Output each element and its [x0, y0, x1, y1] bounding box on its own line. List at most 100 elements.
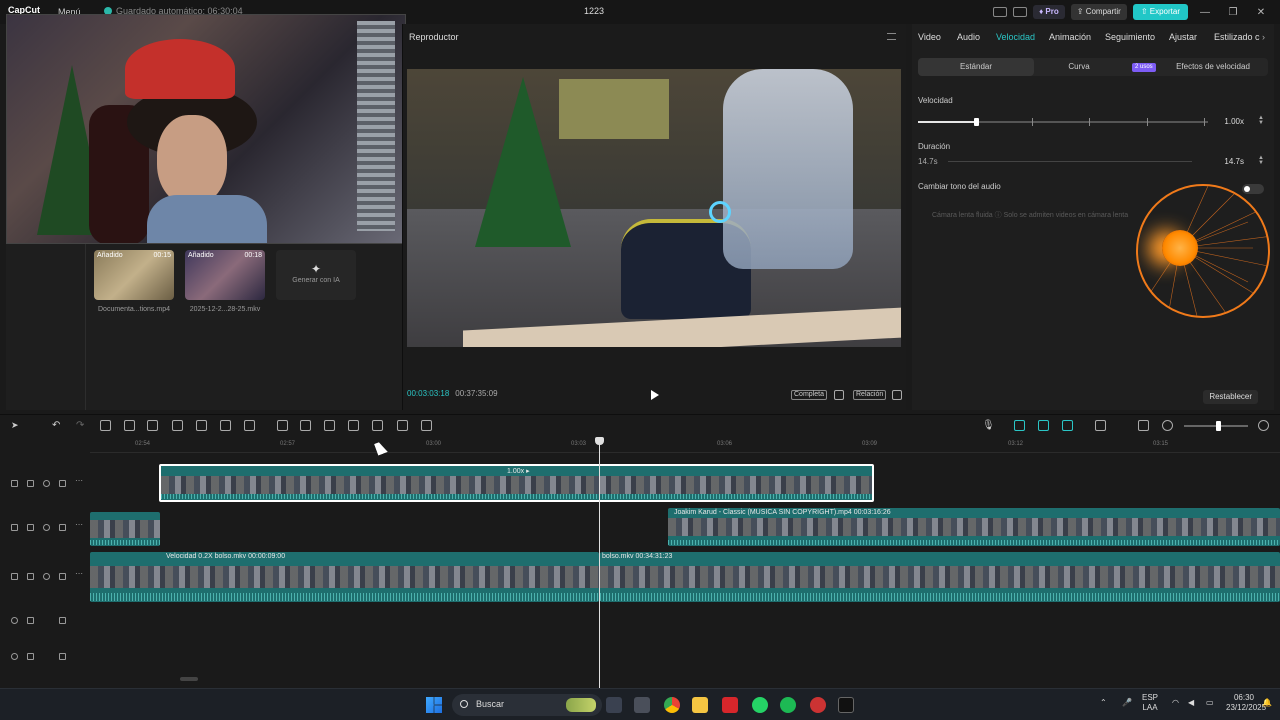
play-icon[interactable] [651, 390, 659, 400]
file-explorer-icon[interactable] [692, 697, 708, 713]
main-track-magnet-icon[interactable] [1014, 420, 1025, 431]
zoom-out-icon[interactable] [1162, 420, 1173, 431]
main-clip-left[interactable]: Velocidad 0.2X bolso.mkv 00:00:09:00 [90, 552, 599, 602]
duration-spinner-icon[interactable]: ▲ ▼ [1258, 155, 1264, 166]
more-icon[interactable]: ⋯ [75, 520, 83, 529]
tray-chevron-icon[interactable]: ⌃ [1100, 698, 1107, 707]
more-icon[interactable]: ⋯ [75, 476, 83, 485]
camera-track-icon[interactable] [397, 420, 408, 431]
chrome-icon[interactable] [664, 697, 680, 713]
media-thumbnail[interactable]: Añadido 00:15 [94, 250, 174, 300]
lock-icon[interactable] [27, 480, 34, 487]
lock-icon[interactable] [27, 573, 34, 580]
tray-mic-icon[interactable]: 🎤 [1122, 698, 1132, 707]
video-app-icon[interactable] [722, 697, 738, 713]
speaker-icon[interactable] [59, 524, 66, 531]
marker-icon[interactable] [196, 420, 207, 431]
lock-icon[interactable] [27, 653, 34, 660]
battery-icon[interactable]: ▭ [1206, 698, 1214, 707]
delete-icon[interactable] [172, 420, 183, 431]
wifi-icon[interactable]: ◠ [1172, 698, 1179, 707]
zoom-slider-knob[interactable] [1215, 421, 1221, 431]
more-icon[interactable]: ⋯ [75, 569, 83, 578]
tab-animation[interactable]: Animación [1049, 32, 1091, 42]
subtab-speed-effects[interactable]: Efectos de velocidad [1158, 58, 1268, 76]
eye-icon[interactable] [43, 480, 50, 487]
tab-tracking[interactable]: Seguimiento [1105, 32, 1155, 42]
speaker-icon[interactable] [59, 480, 66, 487]
auto-snap-icon[interactable] [1038, 420, 1049, 431]
maximize-icon[interactable]: ❐ [1222, 7, 1244, 18]
speed-slider-knob[interactable] [974, 118, 979, 126]
remove-bg-icon[interactable] [324, 420, 335, 431]
eye-icon[interactable] [43, 524, 50, 531]
linkage-icon[interactable] [1062, 420, 1073, 431]
magic-edit-icon[interactable] [348, 420, 359, 431]
zoom-slider[interactable] [1184, 421, 1248, 431]
speaker-icon[interactable] [59, 653, 66, 660]
media-thumbnail[interactable]: Añadido 00:18 [185, 250, 265, 300]
fit-view-icon[interactable] [834, 390, 844, 400]
video-preview[interactable] [407, 69, 901, 347]
close-icon[interactable]: ✕ [1250, 7, 1272, 18]
game-app-icon[interactable] [810, 697, 826, 713]
tab-stylize[interactable]: Estilizado c [1214, 32, 1260, 42]
pro-button[interactable]: ♦ Pro [1033, 5, 1065, 19]
split-icon[interactable] [100, 420, 111, 431]
eye-icon[interactable] [43, 573, 50, 580]
playhead[interactable] [595, 437, 604, 689]
tab-audio[interactable]: Audio [957, 32, 980, 42]
fit-timeline-icon[interactable] [1138, 420, 1149, 431]
select-tool-icon[interactable]: ➤ [11, 420, 22, 431]
speaker-icon[interactable] [59, 573, 66, 580]
fullscreen-icon[interactable] [892, 390, 902, 400]
preview-axis-icon[interactable] [1095, 420, 1106, 431]
zoom-in-icon[interactable] [1258, 420, 1269, 431]
lock-icon[interactable] [27, 524, 34, 531]
windows-start-icon[interactable] [426, 697, 442, 713]
transition-icon[interactable] [372, 420, 383, 431]
tab-speed[interactable]: Velocidad [996, 32, 1035, 42]
speed-value-input[interactable]: 1.00x [1212, 117, 1244, 126]
speed-tool-icon[interactable] [244, 420, 255, 431]
duration-value-input[interactable]: 14.7s [1212, 157, 1244, 166]
audio-video-clip[interactable] [90, 512, 160, 546]
tab-adjust[interactable]: Ajustar [1169, 32, 1197, 42]
share-button[interactable]: ⇪ Compartir [1070, 4, 1127, 20]
freeze-icon[interactable] [277, 420, 288, 431]
split-right-icon[interactable] [147, 420, 158, 431]
shortcut-icon[interactable] [1013, 7, 1028, 17]
lock-icon[interactable] [27, 617, 34, 624]
redo-icon[interactable]: ↷ [76, 420, 87, 431]
timeline-ruler[interactable]: 02:54 02:57 03:00 03:03 03:06 03:09 03:1… [90, 439, 1280, 453]
crop-icon[interactable] [220, 420, 231, 431]
tabs-next-icon[interactable]: › [1262, 32, 1265, 42]
subtab-standard[interactable]: Estándar [918, 58, 1034, 76]
speed-spinner-icon[interactable]: ▲ ▼ [1258, 115, 1264, 126]
language-indicator[interactable]: ESP LAA [1142, 693, 1158, 713]
music-clip[interactable]: Joakim Karud - Classic (MUSICA SIN COPYR… [668, 508, 1280, 546]
complete-button[interactable]: Completa [791, 390, 827, 400]
mirror-icon[interactable] [300, 420, 311, 431]
minimize-icon[interactable]: — [1194, 7, 1216, 18]
split-left-icon[interactable] [124, 420, 135, 431]
export-button[interactable]: ⇧ Exportar [1132, 4, 1188, 20]
speaker-icon[interactable] [59, 617, 66, 624]
spotify-icon[interactable] [780, 697, 796, 713]
overlay-clip[interactable]: 1.00x ▸ [159, 464, 874, 502]
layout-icon[interactable] [993, 7, 1008, 17]
main-clip-right[interactable]: bolso.mkv 00:34:31:23 [600, 552, 1280, 602]
ai-tool-icon[interactable] [421, 420, 432, 431]
subtab-curve[interactable]: Curva [1034, 58, 1124, 76]
store-icon[interactable] [634, 697, 650, 713]
volume-icon[interactable]: ◀ [1188, 698, 1194, 707]
tab-video[interactable]: Video [918, 32, 941, 42]
capcut-taskbar-icon[interactable] [838, 697, 854, 713]
player-menu-icon[interactable] [887, 33, 896, 40]
mic-icon[interactable]: 🎙 [982, 420, 995, 431]
timeline-scrollbar[interactable] [180, 677, 198, 681]
clock[interactable]: 06:30 23/12/2025 [1226, 693, 1266, 713]
notification-icon[interactable]: 🔔 [1262, 698, 1272, 707]
project-title[interactable]: 1223 [584, 6, 604, 16]
undo-icon[interactable]: ↶ [52, 420, 63, 431]
